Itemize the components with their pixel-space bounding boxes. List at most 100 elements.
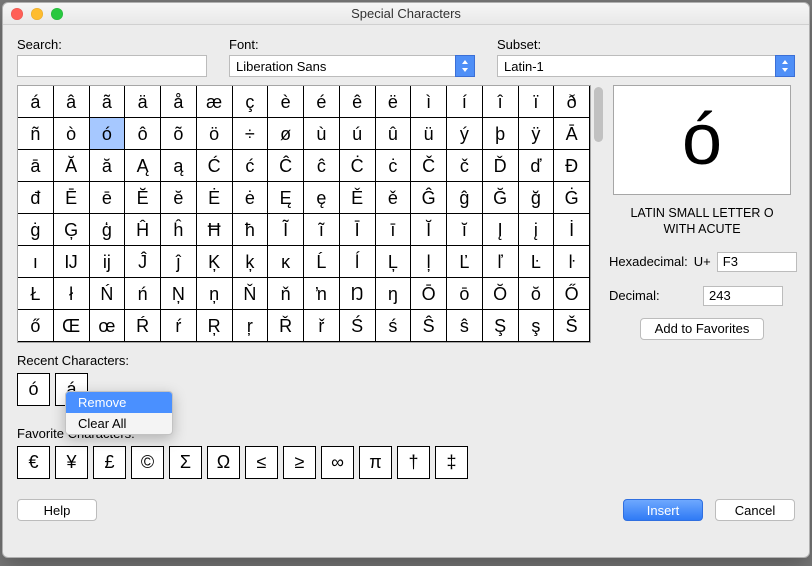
grid-cell[interactable]: ē	[90, 182, 126, 214]
grid-cell[interactable]: ô	[125, 118, 161, 150]
grid-cell[interactable]: ë	[376, 86, 412, 118]
grid-cell[interactable]: ä	[125, 86, 161, 118]
recent-chip[interactable]: ó	[17, 373, 50, 406]
add-to-favorites-button[interactable]: Add to Favorites	[640, 318, 765, 340]
grid-cell[interactable]: ç	[233, 86, 269, 118]
grid-cell[interactable]: Ŀ	[519, 246, 555, 278]
font-select[interactable]	[229, 55, 455, 77]
grid-cell[interactable]: Ċ	[340, 150, 376, 182]
grid-cell[interactable]: Ī	[340, 214, 376, 246]
grid-cell[interactable]: ś	[376, 310, 412, 342]
grid-cell[interactable]: ĵ	[161, 246, 197, 278]
grid-cell[interactable]: þ	[483, 118, 519, 150]
grid-cell[interactable]: Ĵ	[125, 246, 161, 278]
grid-cell[interactable]: ÷	[233, 118, 269, 150]
grid-cell[interactable]: į	[519, 214, 555, 246]
grid-cell[interactable]: Ľ	[447, 246, 483, 278]
grid-cell[interactable]: å	[161, 86, 197, 118]
grid-cell[interactable]: ñ	[18, 118, 54, 150]
grid-cell[interactable]: Ă	[54, 150, 90, 182]
grid-cell[interactable]: Ğ	[483, 182, 519, 214]
grid-cell[interactable]: û	[376, 118, 412, 150]
favorite-chip[interactable]: Ω	[207, 446, 240, 479]
grid-cell[interactable]: ĥ	[161, 214, 197, 246]
grid-cell[interactable]: ŝ	[447, 310, 483, 342]
grid-cell[interactable]: Ĩ	[268, 214, 304, 246]
grid-cell[interactable]: Š	[554, 310, 590, 342]
grid-cell[interactable]: ě	[376, 182, 412, 214]
grid-cell[interactable]: Ł	[18, 278, 54, 310]
grid-cell[interactable]: ċ	[376, 150, 412, 182]
grid-cell[interactable]: ş	[519, 310, 555, 342]
grid-cell[interactable]: Ŋ	[340, 278, 376, 310]
grid-cell[interactable]: Đ	[554, 150, 590, 182]
dec-input[interactable]	[703, 286, 783, 306]
grid-cell[interactable]: Ĳ	[54, 246, 90, 278]
grid-cell[interactable]: Ř	[268, 310, 304, 342]
grid-cell[interactable]: ĸ	[268, 246, 304, 278]
grid-cell[interactable]: Ļ	[376, 246, 412, 278]
grid-cell[interactable]: ļ	[411, 246, 447, 278]
grid-cell[interactable]: ö	[197, 118, 233, 150]
grid-cell[interactable]: ħ	[233, 214, 269, 246]
maximize-icon[interactable]	[51, 8, 63, 20]
grid-cell[interactable]: ã	[90, 86, 126, 118]
grid-cell[interactable]: ė	[233, 182, 269, 214]
grid-cell[interactable]: Č	[411, 150, 447, 182]
grid-cell[interactable]: ŕ	[161, 310, 197, 342]
grid-cell[interactable]: ó	[90, 118, 126, 150]
grid-cell[interactable]: ŏ	[519, 278, 555, 310]
grid-cell[interactable]: ĉ	[304, 150, 340, 182]
grid-cell[interactable]: ķ	[233, 246, 269, 278]
grid-cell[interactable]: ĳ	[90, 246, 126, 278]
grid-cell[interactable]: ć	[233, 150, 269, 182]
grid-cell[interactable]: ğ	[519, 182, 555, 214]
grid-cell[interactable]: ŀ	[554, 246, 590, 278]
grid-cell[interactable]: æ	[197, 86, 233, 118]
grid-cell[interactable]: Ć	[197, 150, 233, 182]
grid-scrollbar[interactable]	[594, 85, 603, 343]
grid-cell[interactable]: ŉ	[304, 278, 340, 310]
grid-cell[interactable]: Ō	[411, 278, 447, 310]
favorite-chip[interactable]: ≥	[283, 446, 316, 479]
favorite-chip[interactable]: ≤	[245, 446, 278, 479]
scrollbar-thumb[interactable]	[594, 87, 603, 142]
grid-cell[interactable]: Ĕ	[125, 182, 161, 214]
grid-cell[interactable]: Ą	[125, 150, 161, 182]
grid-cell[interactable]: Ē	[54, 182, 90, 214]
grid-cell[interactable]: Ņ	[161, 278, 197, 310]
grid-cell[interactable]: í	[447, 86, 483, 118]
grid-cell[interactable]: ì	[411, 86, 447, 118]
grid-cell[interactable]: ĩ	[304, 214, 340, 246]
grid-cell[interactable]: Ŕ	[125, 310, 161, 342]
grid-cell[interactable]: ģ	[90, 214, 126, 246]
grid-cell[interactable]: ü	[411, 118, 447, 150]
subset-select[interactable]	[497, 55, 775, 77]
grid-cell[interactable]: ő	[18, 310, 54, 342]
grid-cell[interactable]: á	[18, 86, 54, 118]
grid-cell[interactable]: Ĭ	[411, 214, 447, 246]
favorite-chip[interactable]: ‡	[435, 446, 468, 479]
grid-cell[interactable]: ĭ	[447, 214, 483, 246]
grid-cell[interactable]: Ŏ	[483, 278, 519, 310]
favorite-chip[interactable]: €	[17, 446, 50, 479]
context-menu-item[interactable]: Remove	[66, 392, 172, 413]
grid-cell[interactable]: Ŗ	[197, 310, 233, 342]
grid-cell[interactable]: ŗ	[233, 310, 269, 342]
favorite-chip[interactable]: Σ	[169, 446, 202, 479]
grid-cell[interactable]: ø	[268, 118, 304, 150]
grid-cell[interactable]: Ķ	[197, 246, 233, 278]
grid-cell[interactable]: ġ	[18, 214, 54, 246]
grid-cell[interactable]: ī	[376, 214, 412, 246]
grid-cell[interactable]: ď	[519, 150, 555, 182]
grid-cell[interactable]: ê	[340, 86, 376, 118]
grid-cell[interactable]: ĕ	[161, 182, 197, 214]
favorite-chip[interactable]: ¥	[55, 446, 88, 479]
grid-cell[interactable]: ń	[125, 278, 161, 310]
grid-cell[interactable]: â	[54, 86, 90, 118]
grid-cell[interactable]: Ę	[268, 182, 304, 214]
grid-cell[interactable]: î	[483, 86, 519, 118]
hex-input[interactable]	[717, 252, 797, 272]
close-icon[interactable]	[11, 8, 23, 20]
grid-cell[interactable]: ý	[447, 118, 483, 150]
